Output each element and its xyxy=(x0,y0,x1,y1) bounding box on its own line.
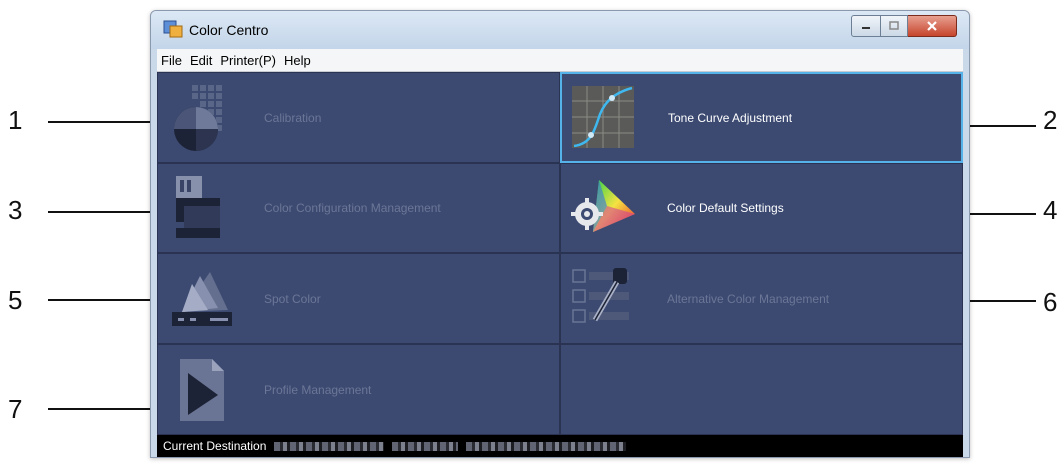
function-grid: Calibration Tone Curve Adjustment Color … xyxy=(157,72,963,435)
callout-5: 5 xyxy=(8,285,23,315)
title-bar[interactable]: Color Centro xyxy=(151,11,969,49)
color-default-settings-icon xyxy=(571,180,635,232)
tile-label-tone-curve: Tone Curve Adjustment xyxy=(668,110,793,125)
tile-calibration[interactable]: Calibration xyxy=(157,72,560,163)
tone-curve-icon xyxy=(572,86,634,148)
tile-profile-management[interactable]: Profile Management xyxy=(157,344,560,435)
tile-spot-color[interactable]: Spot Color xyxy=(157,253,560,344)
menu-printer[interactable]: Printer(P) xyxy=(216,53,280,68)
tile-color-default-settings[interactable]: Color Default Settings xyxy=(560,163,963,253)
tile-label-spot-color: Spot Color xyxy=(264,291,321,306)
callout-2: 2 xyxy=(1043,105,1058,135)
destination-value-redacted xyxy=(274,441,385,451)
menu-bar: File Edit Printer(P) Help xyxy=(157,49,963,72)
tile-label-color-default-settings: Color Default Settings xyxy=(667,201,784,215)
alternative-color-icon xyxy=(572,268,629,323)
close-button[interactable] xyxy=(908,15,957,37)
maximize-button[interactable] xyxy=(881,15,908,37)
destination-value-redacted-2 xyxy=(392,441,459,451)
maximize-icon xyxy=(889,21,899,30)
calibration-icon xyxy=(174,85,222,151)
callout-3: 3 xyxy=(8,195,23,225)
callout-6: 6 xyxy=(1043,287,1058,317)
close-icon xyxy=(927,21,937,31)
tile-color-configuration-management[interactable]: Color Configuration Management xyxy=(157,163,560,253)
app-icon xyxy=(163,20,183,38)
callout-7: 7 xyxy=(8,394,23,424)
menu-file[interactable]: File xyxy=(157,53,186,68)
tile-tone-curve-adjustment[interactable]: Tone Curve Adjustment xyxy=(560,72,963,163)
tile-alternative-color-management[interactable]: Alternative Color Management xyxy=(560,253,963,344)
menu-edit[interactable]: Edit xyxy=(186,53,216,68)
current-destination-label: Current Destination xyxy=(163,439,267,453)
tile-label-color-configuration: Color Configuration Management xyxy=(264,201,441,215)
destination-value-redacted-3 xyxy=(466,441,627,451)
minimize-icon xyxy=(862,27,870,29)
menu-help[interactable]: Help xyxy=(280,53,315,68)
spot-color-icon xyxy=(172,272,232,326)
callout-1: 1 xyxy=(8,105,23,135)
tile-label-alternative-color: Alternative Color Management xyxy=(667,291,830,306)
status-bar: Current Destination xyxy=(157,435,963,457)
minimize-button[interactable] xyxy=(851,15,881,37)
callout-4: 4 xyxy=(1043,195,1058,225)
profile-management-icon xyxy=(180,359,224,421)
color-centro-window: Color Centro File Edit Printer(P) Help C… xyxy=(150,10,970,458)
color-configuration-icon xyxy=(176,176,220,238)
window-title: Color Centro xyxy=(189,22,269,38)
tile-label-calibration: Calibration xyxy=(264,110,322,125)
tile-empty xyxy=(560,344,963,435)
tile-label-profile-management: Profile Management xyxy=(264,382,372,397)
